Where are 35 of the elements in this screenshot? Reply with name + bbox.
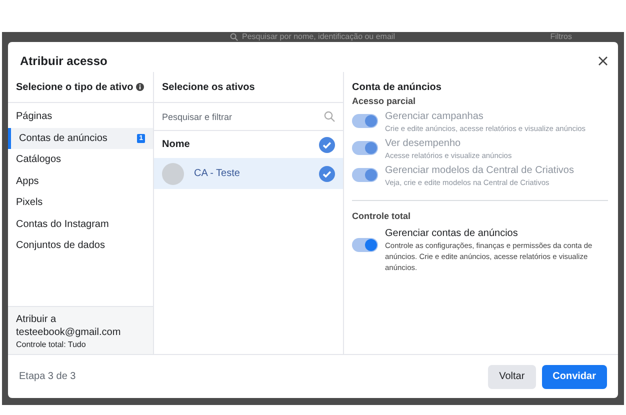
check-icon[interactable] bbox=[319, 166, 335, 182]
info-icon[interactable] bbox=[136, 83, 144, 91]
assign-label: Atribuir a bbox=[16, 313, 58, 326]
asset-type-item[interactable]: Pixels bbox=[8, 192, 153, 214]
avatar-icon bbox=[162, 162, 184, 184]
permission-title: Gerenciar modelos da Central de Criativos bbox=[385, 165, 574, 177]
asset-type-item[interactable]: Catálogos bbox=[8, 149, 153, 170]
access-summary: Controle total: Tudo bbox=[16, 339, 87, 350]
permission-title: Ver desempenho bbox=[385, 138, 462, 150]
step-indicator: Etapa 3 de 3 bbox=[19, 371, 76, 382]
close-icon[interactable] bbox=[598, 56, 608, 66]
asset-type-item[interactable]: Páginas bbox=[8, 106, 153, 128]
filters-label: Filtros bbox=[550, 32, 572, 42]
search-icon bbox=[230, 33, 238, 41]
search-icon bbox=[324, 111, 335, 122]
check-icon[interactable] bbox=[319, 136, 335, 152]
back-button[interactable]: Voltar bbox=[488, 364, 536, 388]
section-title: Acesso parcial bbox=[352, 96, 417, 106]
invite-button[interactable]: Convidar bbox=[542, 364, 607, 388]
permission-title: Gerenciar contas de anúncios bbox=[385, 228, 519, 240]
asset-type-item[interactable]: Apps bbox=[8, 170, 153, 192]
asset-type-item[interactable]: Conjuntos de dados bbox=[8, 235, 153, 256]
asset-type-item[interactable]: Contas do Instagram bbox=[8, 214, 153, 235]
column-header: Nome bbox=[162, 139, 190, 150]
column-heading: Conta de anúncios bbox=[352, 82, 442, 93]
toggle-switch[interactable] bbox=[352, 238, 378, 252]
permission-title: Gerenciar campanhas bbox=[385, 111, 484, 123]
background-search-text: Pesquisar por nome, identificação ou email bbox=[242, 32, 395, 42]
asset-row[interactable]: CA - Teste bbox=[154, 158, 343, 189]
search-field[interactable]: Pesquisar e filtrar bbox=[162, 112, 324, 122]
dialog-title: Atribuir acesso bbox=[20, 54, 108, 68]
email-text: testeebook@gmail.com bbox=[16, 326, 122, 339]
column-heading: Selecione os ativos bbox=[162, 82, 255, 92]
section-title: Controle total bbox=[352, 211, 412, 221]
column-heading: Selecione o tipo de ativo bbox=[16, 82, 134, 92]
